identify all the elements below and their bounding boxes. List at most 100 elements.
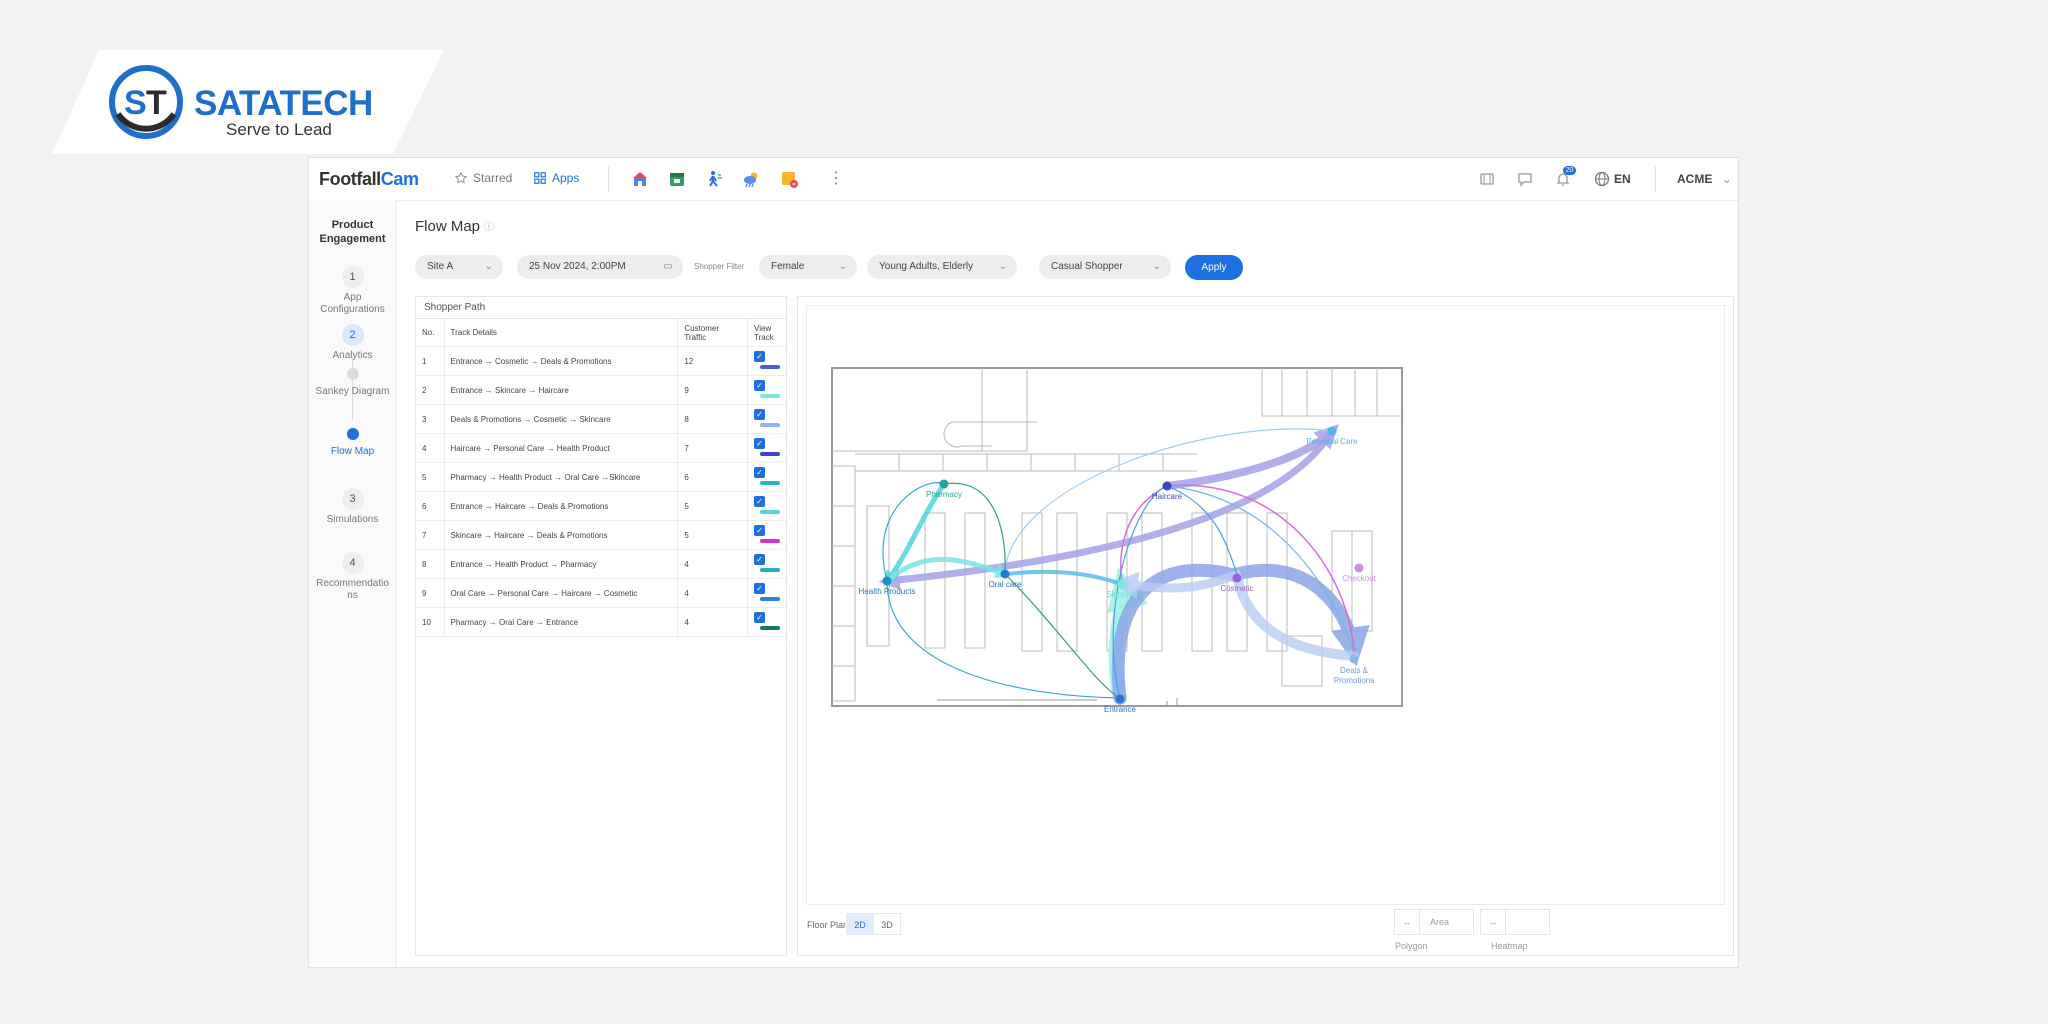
view-track-checkbox[interactable]: ✓ (754, 496, 765, 507)
customer-traffic: 9 (677, 375, 748, 405)
step-label: Simulations (326, 514, 379, 525)
shopper-type-select[interactable]: Casual Shopper ⌄ (1039, 255, 1171, 279)
track-details: Entrance → Health Product → Pharmacy (444, 549, 679, 579)
node-personal-care (1327, 426, 1337, 436)
alert-app-icon[interactable] (779, 169, 799, 189)
node-skincare (1117, 579, 1127, 589)
node-label: Cosmetic (1220, 584, 1253, 593)
gender-select[interactable]: Female ⌄ (759, 255, 857, 279)
track-details: Deals & Promotions → Cosmetic → Skincare (444, 404, 679, 434)
row-number: 6 (416, 491, 445, 521)
step-number: 2 (341, 324, 364, 346)
brand-tagline: Serve to Lead (226, 120, 332, 139)
people-counting-app-icon[interactable] (704, 169, 724, 189)
row-number: 1 (416, 346, 445, 376)
globe-icon[interactable] (1593, 170, 1611, 188)
calendar-app-icon[interactable] (667, 169, 687, 189)
node-label: Oral care (989, 580, 1022, 589)
table-row: 3 Deals & Promotions → Cosmetic → Skincar… (416, 404, 786, 434)
track-color-swatch (760, 364, 780, 369)
view-track-cell: ✓ (747, 491, 786, 521)
footfallcam-logo[interactable]: FootfallCam (319, 169, 419, 190)
node-label: Haircare (1152, 492, 1183, 501)
row-number: 8 (416, 549, 445, 579)
site-value: Site A (427, 261, 454, 272)
starred-button[interactable]: Starred (454, 171, 512, 185)
step-recommendations[interactable]: 4 Recommendations (309, 552, 396, 602)
datetime-value: 25 Nov 2024, 2:00PM (529, 261, 626, 272)
flow-map-canvas[interactable]: Pharmacy Health Products Oral care Skinc… (806, 305, 1725, 905)
node-health-products (882, 576, 892, 586)
column-header: No. (416, 319, 445, 347)
view-track-checkbox[interactable]: ✓ (754, 554, 765, 565)
view-3d-button[interactable]: 3D (873, 913, 901, 935)
view-track-checkbox[interactable]: ✓ (754, 409, 765, 420)
datetime-picker[interactable]: 25 Nov 2024, 2:00PM ▭ (517, 255, 683, 279)
node-haircare (1162, 481, 1172, 491)
view-track-checkbox[interactable]: ✓ (754, 380, 765, 391)
site-select[interactable]: Site A ⌄ (415, 255, 503, 279)
step-number: 4 (341, 552, 364, 574)
starred-label: Starred (473, 171, 513, 185)
track-color-swatch (760, 567, 780, 572)
track-details: Haircare → Personal Care → Health Produc… (444, 433, 679, 463)
brand-name: SATATECH (194, 84, 373, 123)
track-details: Pharmacy → Oral Care → Entrance (444, 607, 679, 637)
steps-sidebar: Product Engagement 1 App Configurations … (309, 200, 397, 967)
step-app-configurations[interactable]: 1 App Configurations (309, 266, 396, 316)
age-select[interactable]: Young Adults, Elderly ⌄ (867, 255, 1017, 279)
customer-traffic: 6 (677, 462, 748, 492)
view-track-checkbox[interactable]: ✓ (754, 351, 765, 362)
apps-button[interactable]: Apps (533, 171, 579, 185)
substep-sankey-diagram[interactable]: Sankey Diagram (309, 368, 396, 398)
gender-value: Female (771, 261, 805, 272)
account-menu[interactable]: ACME ⌄ (1677, 172, 1732, 186)
track-color-swatch (760, 451, 780, 456)
substep-flow-map[interactable]: Flow Map (309, 428, 396, 458)
table-row: 4 Haircare → Personal Care → Health Produ… (416, 433, 786, 463)
customer-traffic: 4 (677, 578, 748, 608)
row-number: 10 (416, 607, 445, 637)
store-app-icon[interactable] (630, 169, 650, 189)
weather-app-icon[interactable] (741, 169, 761, 189)
info-icon[interactable]: ⓘ (484, 222, 494, 233)
chevron-down-icon: ⌄ (838, 261, 847, 272)
row-number: 7 (416, 520, 445, 550)
step-simulations[interactable]: 3 Simulations (309, 488, 396, 526)
flow-map-panel: Pharmacy Health Products Oral care Skinc… (797, 296, 1734, 956)
chat-icon[interactable] (1516, 170, 1534, 188)
table-row: 9 Oral Care → Personal Care → Haircare → … (416, 578, 786, 608)
table-row: 7 Skincare → Haircare → Deals & Promotion… (416, 520, 786, 550)
svg-text:T: T (146, 84, 167, 122)
node-label: Promotions (1334, 676, 1374, 685)
account-name: ACME (1677, 172, 1713, 186)
view-2d-button[interactable]: 2D (846, 913, 874, 935)
grid-icon (534, 172, 546, 184)
apply-button[interactable]: Apply (1185, 255, 1243, 280)
area-polygon-toggle[interactable]: ↔ Area Polygon (1394, 909, 1474, 951)
app-window: FootfallCam Starred Apps ⋮ 20 EN ACME ⌄ … (308, 157, 1739, 968)
column-header: Track Details (444, 319, 679, 347)
track-color-swatch (760, 509, 780, 514)
chevron-down-icon: ⌄ (1721, 172, 1732, 186)
table-row: 10 Pharmacy → Oral Care → Entrance 4 ✓ (416, 607, 786, 637)
page-title-text: Flow Map (415, 218, 481, 235)
language-selector[interactable]: EN (1614, 172, 1631, 186)
step-analytics[interactable]: 2 Analytics (309, 324, 396, 362)
more-options-icon[interactable]: ⋮ (828, 168, 844, 188)
view-track-checkbox[interactable]: ✓ (754, 612, 765, 623)
divider (608, 166, 609, 192)
row-number: 2 (416, 375, 445, 405)
shopper-type-value: Casual Shopper (1051, 261, 1123, 272)
row-number: 5 (416, 462, 445, 492)
view-track-checkbox[interactable]: ✓ (754, 583, 765, 594)
view-track-checkbox[interactable]: ✓ (754, 467, 765, 478)
star-icon (454, 171, 468, 184)
row-number: 9 (416, 578, 445, 608)
table-row: 8 Entrance → Health Product → Pharmacy 4 ✓ (416, 549, 786, 579)
top-bar: FootfallCam Starred Apps ⋮ 20 EN ACME ⌄ (309, 158, 1738, 201)
screen-icon[interactable] (1478, 170, 1496, 188)
view-track-checkbox[interactable]: ✓ (754, 438, 765, 449)
heatmap-toggle[interactable]: ↔ Heatmap (1480, 909, 1550, 951)
view-track-checkbox[interactable]: ✓ (754, 525, 765, 536)
